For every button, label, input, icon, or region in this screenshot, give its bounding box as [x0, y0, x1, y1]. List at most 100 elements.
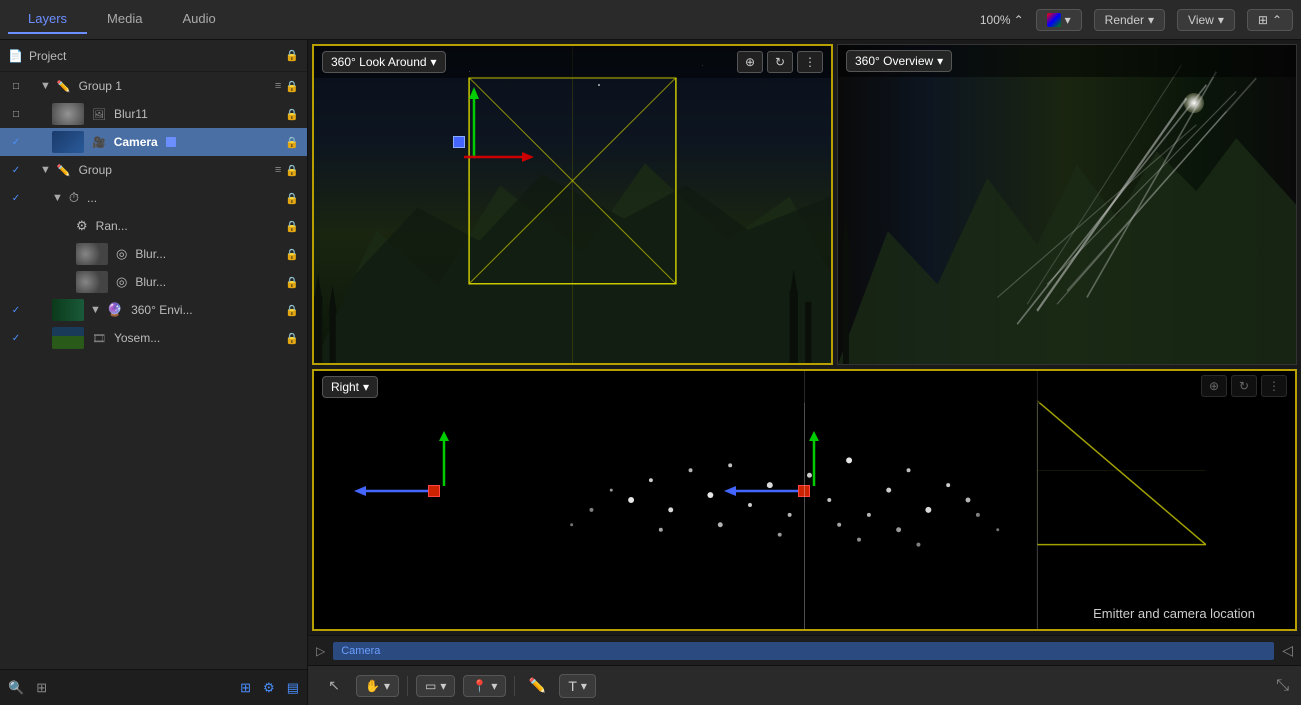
brush-tool-btn[interactable]: ✏️ — [523, 673, 551, 699]
sidebar-label-blur2: Blur... — [135, 275, 166, 289]
blue-handle[interactable] — [453, 136, 465, 148]
project-lock-icon: 🔒 — [285, 49, 299, 62]
timeline-track-label: Camera — [341, 645, 380, 657]
expand-btn[interactable]: ⤡ — [1276, 677, 1289, 695]
viewport-left-header: 360° Look Around ▾ ⊕ ↻ ⋮ — [314, 46, 831, 78]
pin-tool-dropdown[interactable]: 📍 ▾ — [463, 675, 506, 697]
render-btn[interactable]: Render ▾ — [1094, 9, 1165, 31]
viewport-right: 360° Overview ▾ — [837, 44, 1297, 365]
toolbar-sep2 — [514, 676, 515, 696]
viewport-right-dropdown[interactable]: 360° Overview ▾ — [846, 50, 952, 72]
view-btn[interactable]: View ▾ — [1177, 9, 1235, 31]
text-tool-dropdown[interactable]: T ▾ — [559, 674, 596, 698]
thumb-blur2 — [76, 271, 108, 293]
timeline-track[interactable]: Camera — [333, 642, 1274, 660]
layers-icon[interactable]: ▤ — [287, 680, 299, 696]
timeline-start-icon[interactable]: ▷ — [316, 644, 325, 658]
toolbar: ↖ ✋ ▾ ▭ ▾ 📍 ▾ ✏️ T ▾ — [308, 665, 1301, 705]
yosem-lock-icon: 🔒 — [285, 332, 299, 345]
group-stack-icon: ≡ — [275, 164, 281, 177]
tab-media[interactable]: Media — [87, 5, 162, 34]
group1-icons: ≡ 🔒 — [275, 80, 299, 93]
tab-layers[interactable]: Layers — [8, 5, 87, 34]
top-viewports: 360° Look Around ▾ ⊕ ↻ ⋮ — [308, 40, 1301, 369]
sidebar-item-random[interactable]: ⚙ Ran... 🔒 — [0, 212, 307, 240]
emitter-blue-x — [354, 481, 434, 501]
zoom-chevron: ⌃ — [1014, 13, 1024, 27]
vp-left-more-icon[interactable]: ⋮ — [797, 51, 823, 73]
canvas-area: 360° Look Around ▾ ⊕ ↻ ⋮ — [308, 40, 1301, 705]
render-chevron: ▾ — [1148, 13, 1154, 27]
random-icon: ⚙ — [76, 218, 88, 234]
blur1-circle-icon: ◎ — [116, 246, 127, 262]
sidebar-label-random: Ran... — [96, 219, 128, 233]
project-label: Project — [29, 49, 66, 63]
sidebar-item-timer[interactable]: ✓ ▼ ⏱ ... 🔒 — [0, 184, 307, 212]
thumb-camera — [52, 131, 84, 153]
sidebar-item-camera[interactable]: ✓ 🎥 Camera 🔒 — [0, 128, 307, 156]
view-shape-dropdown[interactable]: ▭ ▾ — [416, 675, 455, 697]
viewport-bottom-dropdown[interactable]: Right ▾ — [322, 376, 378, 398]
sidebar-item-blur1[interactable]: ◎ Blur... 🔒 — [0, 240, 307, 268]
top-bar: Layers Media Audio 100% ⌃ ▾ Render ▾ Vie… — [0, 0, 1301, 40]
check-blur1 — [8, 246, 24, 262]
viewport-bottom-chevron: ▾ — [363, 380, 369, 394]
check-blur2 — [8, 274, 24, 290]
check-timer: ✓ — [8, 190, 24, 206]
emitter-red-handle-left[interactable] — [428, 485, 440, 497]
expand-group: ▼ — [40, 164, 51, 176]
mountains-svg — [314, 141, 831, 363]
viewport-left-dropdown[interactable]: 360° Look Around ▾ — [322, 51, 446, 73]
color-btn[interactable]: ▾ — [1036, 9, 1082, 31]
hand-chevron: ▾ — [384, 679, 390, 693]
vp-left-rotate-icon[interactable]: ↻ — [767, 51, 793, 73]
sidebar-item-blur2[interactable]: ◎ Blur... 🔒 — [0, 268, 307, 296]
layout-icon: ⊞ — [1258, 13, 1268, 27]
color-icon — [1047, 13, 1061, 27]
check-yosem: ✓ — [8, 330, 24, 346]
group1-lock-icon: 🔒 — [285, 80, 299, 93]
search-icon[interactable]: 🔍 — [8, 680, 24, 696]
grid-icon[interactable]: ⊞ — [36, 680, 47, 696]
sidebar-item-360env[interactable]: ✓ ▼ 🔮 360° Envi... 🔒 — [0, 296, 307, 324]
camera-blue-x-bottom — [724, 481, 804, 501]
yosem-film-icon: 🎞 — [92, 332, 106, 345]
zoom-value: 100% — [980, 13, 1011, 27]
thumb-360env — [52, 299, 84, 321]
view-chevron: ▾ — [1218, 13, 1224, 27]
thumb-blur1 — [76, 243, 108, 265]
blur11-lock-icon: 🔒 — [285, 108, 299, 121]
camera-lock-icon: 🔒 — [285, 136, 299, 149]
text-icon: T — [568, 678, 577, 694]
top-bar-right: 100% ⌃ ▾ Render ▾ View ▾ ⊞ ⌃ — [980, 9, 1293, 31]
gear-icon[interactable]: ⚙ — [263, 680, 275, 696]
viewport-left-icons: ⊕ ↻ ⋮ — [737, 51, 823, 73]
sidebar: 📄 Project 🔒 □ ▼ ✏️ Group 1 ≡ 🔒 □ 🖼 — [0, 40, 308, 705]
timer-icon: ⏱ — [69, 190, 79, 206]
vp-left-move-icon[interactable]: ⊕ — [737, 51, 763, 73]
blur2-circle-icon: ◎ — [116, 274, 127, 290]
tab-audio[interactable]: Audio — [162, 5, 235, 34]
sidebar-item-group1[interactable]: □ ▼ ✏️ Group 1 ≡ 🔒 — [0, 72, 307, 100]
timeline-end-icon[interactable]: ◁ — [1282, 642, 1293, 659]
group-icons: ≡ 🔒 — [275, 164, 299, 177]
sidebar-item-blur11[interactable]: □ 🖼 Blur11 🔒 — [0, 100, 307, 128]
layout-btn[interactable]: ⊞ ⌃ — [1247, 9, 1293, 31]
check-blur11: □ — [8, 106, 24, 122]
check-random — [8, 218, 24, 234]
expand-timer: ▼ — [52, 192, 63, 204]
expand-360env: ▼ — [90, 304, 101, 316]
sidebar-item-yosem[interactable]: ✓ 🎞 Yosem... 🔒 — [0, 324, 307, 352]
hand-icon: ✋ — [365, 679, 380, 693]
hand-tool-dropdown[interactable]: ✋ ▾ — [356, 675, 399, 697]
group-lock-icon: 🔒 — [285, 164, 299, 177]
grid-blue-icon[interactable]: ⊞ — [240, 680, 251, 696]
viewport-left: 360° Look Around ▾ ⊕ ↻ ⋮ — [312, 44, 833, 365]
zoom-control[interactable]: 100% ⌃ — [980, 13, 1024, 27]
arrow-tool-btn[interactable]: ↖ — [320, 673, 348, 699]
sidebar-footer: 🔍 ⊞ ⊞ ⚙ ▤ — [0, 669, 307, 705]
red-arrow-x — [459, 142, 539, 172]
group1-stack-icon: ≡ — [275, 80, 281, 93]
sidebar-item-group[interactable]: ✓ ▼ ✏️ Group ≡ 🔒 — [0, 156, 307, 184]
check-group1: □ — [8, 78, 24, 94]
